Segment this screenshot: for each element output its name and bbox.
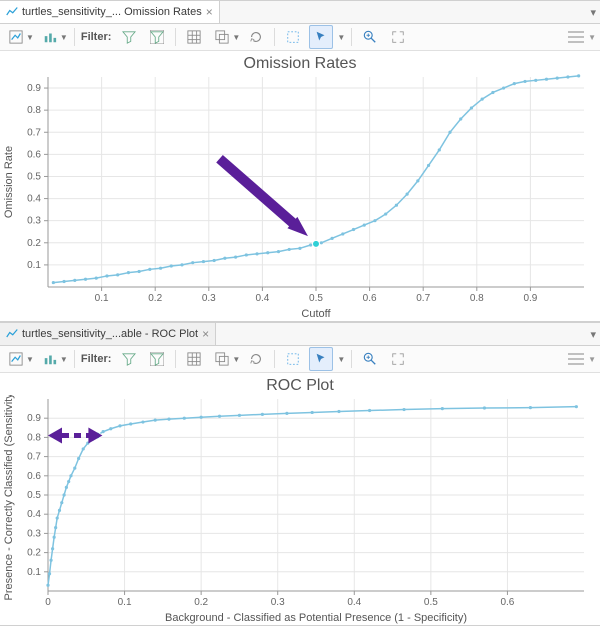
svg-text:0.3: 0.3 <box>27 528 41 539</box>
svg-text:0.8: 0.8 <box>27 105 41 116</box>
select-tool-dropdown[interactable]: ▼ <box>337 33 345 42</box>
tab-omission-rates[interactable]: turtles_sensitivity_... Omission Rates × <box>0 1 220 23</box>
tab-label: turtles_sensitivity_... Omission Rates <box>22 6 202 18</box>
svg-text:0.2: 0.2 <box>148 293 162 304</box>
chart-title: ROC Plot <box>0 373 600 395</box>
svg-text:0.4: 0.4 <box>27 194 41 205</box>
separator <box>351 350 352 368</box>
svg-text:Background - Classified as Pot: Background - Classified as Potential Pre… <box>165 612 467 624</box>
pane-roc: turtles_sensitivity_...able - ROC Plot ×… <box>0 322 600 626</box>
options-menu-button[interactable] <box>568 353 584 365</box>
grid-button[interactable] <box>182 347 206 371</box>
tab-strip-menu[interactable]: ▾ <box>590 323 596 345</box>
tab-strip: turtles_sensitivity_... Omission Rates ×… <box>0 1 600 24</box>
filter-selection-button[interactable] <box>117 25 141 49</box>
overlay-button[interactable]: ▼ <box>210 25 240 49</box>
separator <box>74 350 75 368</box>
tab-strip-menu[interactable]: ▾ <box>590 1 596 23</box>
chart-canvas[interactable]: 0.1 0.2 0.3 0.4 0.5 0.6 0.7 0.8 0.9 0 0.1 0.2 0.3 0.4… <box>0 395 596 625</box>
tab-roc-plot[interactable]: turtles_sensitivity_...able - ROC Plot × <box>0 323 216 345</box>
toolbar: ▼ ▼ Filter: ▼ ▼ ▼ <box>0 346 600 373</box>
svg-text:Presence - Correctly Classifie: Presence - Correctly Classified (Sensiti… <box>3 395 15 600</box>
select-tool-button[interactable] <box>309 347 333 371</box>
svg-text:0.7: 0.7 <box>416 293 430 304</box>
svg-text:0.8: 0.8 <box>470 293 484 304</box>
svg-text:0.6: 0.6 <box>363 293 377 304</box>
separator <box>274 28 275 46</box>
chart-title: Omission Rates <box>0 51 600 73</box>
pane-omission: turtles_sensitivity_... Omission Rates ×… <box>0 0 600 322</box>
svg-text:0.2: 0.2 <box>27 548 41 559</box>
clear-selection-button[interactable] <box>281 347 305 371</box>
separator <box>175 350 176 368</box>
svg-text:0.7: 0.7 <box>27 452 41 463</box>
clear-selection-button[interactable] <box>281 25 305 49</box>
separator <box>74 28 75 46</box>
filter-extent-button[interactable] <box>145 25 169 49</box>
svg-text:0: 0 <box>45 597 51 608</box>
chart-icon <box>6 6 18 18</box>
svg-text:0.5: 0.5 <box>27 490 41 501</box>
svg-text:0.1: 0.1 <box>27 260 41 271</box>
chart-view-button[interactable]: ▼ <box>4 347 34 371</box>
svg-text:0.2: 0.2 <box>194 597 208 608</box>
tab-label: turtles_sensitivity_...able - ROC Plot <box>22 328 198 340</box>
chart-omission: Omission Rates 0.10.20.30.40.50.60.70.80… <box>0 51 600 321</box>
svg-text:0.4: 0.4 <box>255 293 269 304</box>
svg-text:0.5: 0.5 <box>27 171 41 182</box>
chart-view-button[interactable]: ▼ <box>4 25 34 49</box>
toolbar: ▼ ▼ Filter: ▼ ▼ ▼ <box>0 24 600 51</box>
svg-text:0.9: 0.9 <box>523 293 537 304</box>
svg-text:0.7: 0.7 <box>27 127 41 138</box>
separator <box>175 28 176 46</box>
svg-text:0.1: 0.1 <box>95 293 109 304</box>
svg-text:0.9: 0.9 <box>27 83 41 94</box>
svg-text:0.2: 0.2 <box>27 238 41 249</box>
svg-text:0.1: 0.1 <box>118 597 132 608</box>
full-extent-button[interactable] <box>386 347 410 371</box>
zoom-in-button[interactable] <box>358 347 382 371</box>
svg-text:0.3: 0.3 <box>27 216 41 227</box>
options-menu-button[interactable] <box>568 31 584 43</box>
svg-text:0.9: 0.9 <box>27 413 41 424</box>
svg-text:0.8: 0.8 <box>27 432 41 443</box>
svg-text:0.4: 0.4 <box>27 509 41 520</box>
stats-button[interactable]: ▼ <box>38 25 68 49</box>
select-tool-button[interactable] <box>309 25 333 49</box>
close-icon[interactable]: × <box>206 6 213 18</box>
svg-text:Cutoff: Cutoff <box>301 308 331 320</box>
separator <box>274 350 275 368</box>
options-menu-caret[interactable]: ▼ <box>588 355 596 364</box>
chart-roc: ROC Plot 0.10.20.30.40.50.60.70.80.900.1… <box>0 373 600 625</box>
tab-strip: turtles_sensitivity_...able - ROC Plot ×… <box>0 323 600 346</box>
overlay-button[interactable]: ▼ <box>210 347 240 371</box>
svg-text:0.6: 0.6 <box>27 149 41 160</box>
filter-label: Filter: <box>81 31 114 43</box>
svg-text:0.5: 0.5 <box>309 293 323 304</box>
zoom-in-button[interactable] <box>358 25 382 49</box>
stats-button[interactable]: ▼ <box>38 347 68 371</box>
grid-button[interactable] <box>182 25 206 49</box>
svg-text:0.1: 0.1 <box>27 567 41 578</box>
svg-text:0.6: 0.6 <box>27 471 41 482</box>
svg-text:0.5: 0.5 <box>424 597 438 608</box>
svg-text:Omission Rate: Omission Rate <box>3 146 15 218</box>
svg-text:0.3: 0.3 <box>271 597 285 608</box>
options-menu-caret[interactable]: ▼ <box>588 33 596 42</box>
filter-extent-button[interactable] <box>145 347 169 371</box>
filter-label: Filter: <box>81 353 114 365</box>
chart-icon <box>6 328 18 340</box>
close-icon[interactable]: × <box>202 328 209 340</box>
chart-canvas[interactable]: 0.1 0.2 0.3 0.4 0.5 0.6 0.7 0.8 0.9 0.1 0.2 0.3 0.4 0… <box>0 73 596 321</box>
full-extent-button[interactable] <box>386 25 410 49</box>
svg-text:0.4: 0.4 <box>347 597 361 608</box>
rotate-button[interactable] <box>244 347 268 371</box>
svg-text:0.3: 0.3 <box>202 293 216 304</box>
separator <box>351 28 352 46</box>
rotate-button[interactable] <box>244 25 268 49</box>
select-tool-dropdown[interactable]: ▼ <box>337 355 345 364</box>
filter-selection-button[interactable] <box>117 347 141 371</box>
svg-text:0.6: 0.6 <box>500 597 514 608</box>
